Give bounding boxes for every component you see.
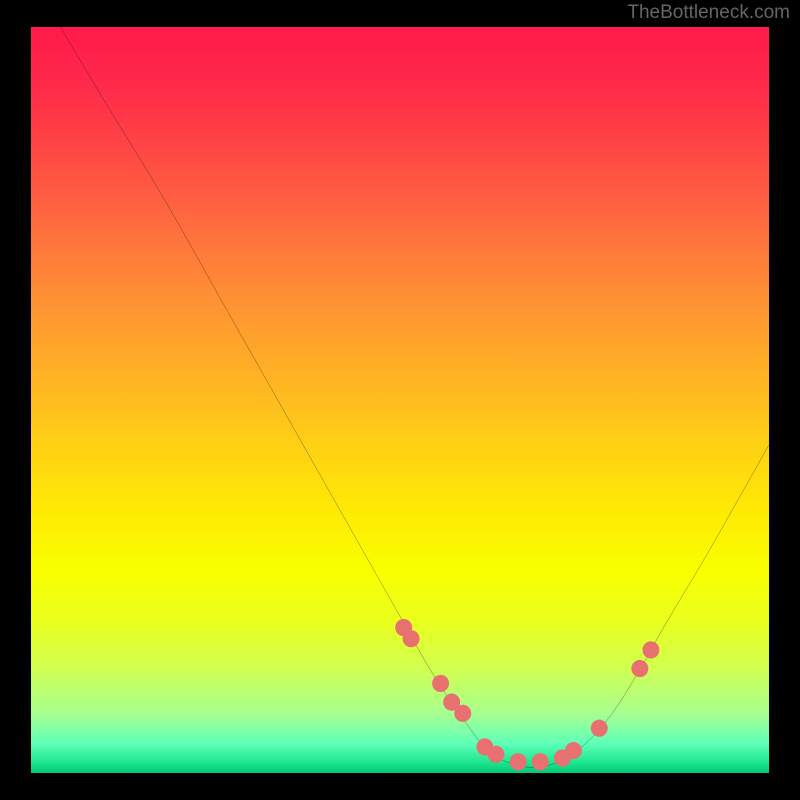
plot-area [31,27,769,773]
sample-dots [395,619,659,770]
sample-dot [454,705,471,722]
bottleneck-curve [61,27,769,767]
sample-dot [403,630,420,647]
sample-dot [631,660,648,677]
sample-dot [565,742,582,759]
sample-dot [591,720,608,737]
sample-dot [532,753,549,770]
chart-container: TheBottleneck.com [0,0,800,800]
sample-dot [432,675,449,692]
sample-dot [510,753,527,770]
watermark-text: TheBottleneck.com [627,2,790,24]
sample-dot [487,746,504,763]
sample-dot [642,641,659,658]
chart-svg [31,27,769,773]
